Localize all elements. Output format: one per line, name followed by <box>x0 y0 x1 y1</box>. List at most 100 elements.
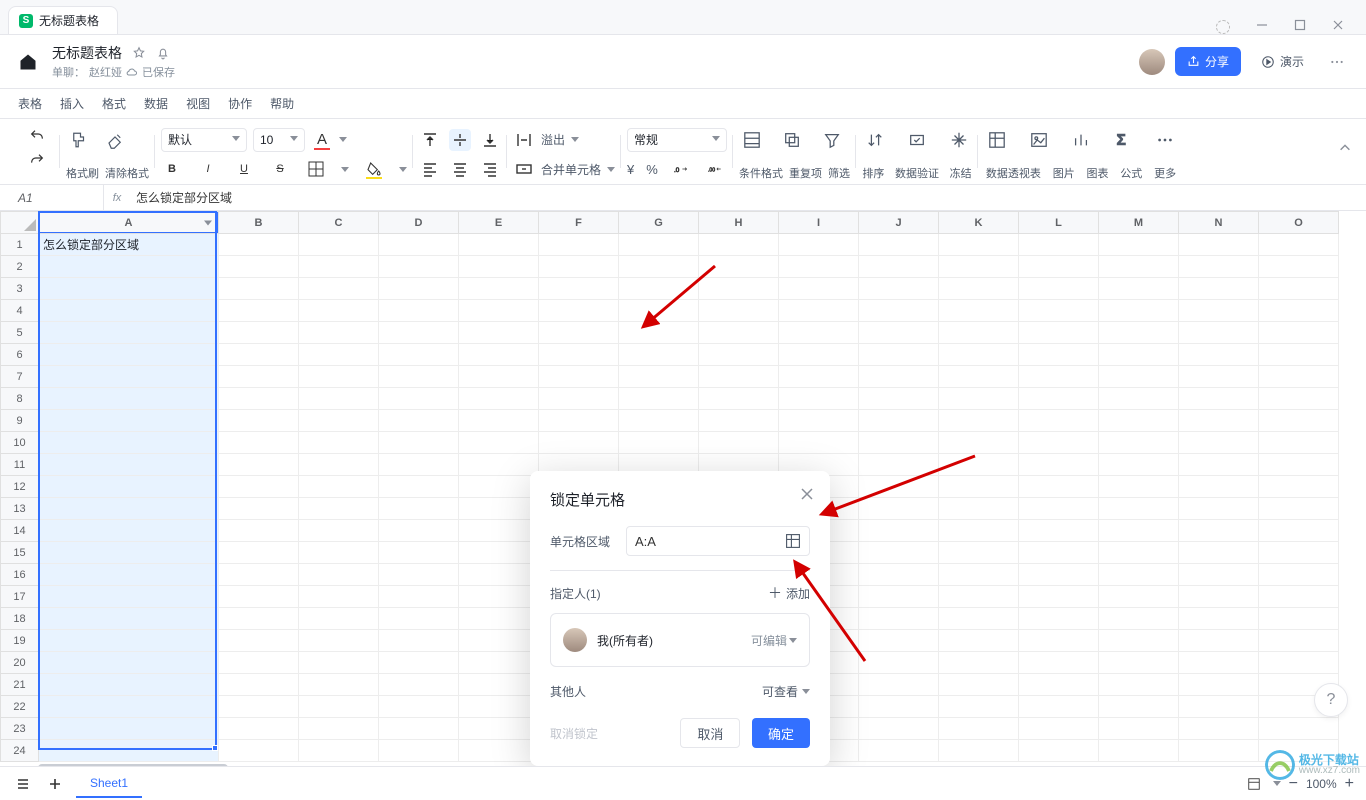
formula-input[interactable]: 怎么锁定部分区域 <box>130 185 1366 210</box>
cell[interactable] <box>1259 454 1339 476</box>
cell[interactable] <box>459 608 539 630</box>
cell[interactable] <box>539 410 619 432</box>
chevron-down-icon[interactable] <box>1273 781 1281 786</box>
cell[interactable] <box>1259 300 1339 322</box>
cell[interactable] <box>539 322 619 344</box>
cell[interactable] <box>619 366 699 388</box>
cell[interactable] <box>299 696 379 718</box>
cell[interactable] <box>219 520 299 542</box>
cell[interactable] <box>39 366 219 388</box>
halign-center-icon[interactable] <box>449 158 471 180</box>
row-header[interactable]: 24 <box>1 740 39 762</box>
view-mode-icon[interactable] <box>1243 773 1265 795</box>
bold-button[interactable]: B <box>161 158 183 180</box>
cell[interactable] <box>299 674 379 696</box>
cell[interactable] <box>859 366 939 388</box>
cell[interactable] <box>699 432 779 454</box>
cell[interactable] <box>859 454 939 476</box>
cell[interactable] <box>939 740 1019 762</box>
cell[interactable] <box>459 652 539 674</box>
cell[interactable] <box>939 366 1019 388</box>
column-header[interactable]: M <box>1099 212 1179 234</box>
bell-icon[interactable] <box>156 46 170 60</box>
cell[interactable] <box>379 432 459 454</box>
cell[interactable] <box>939 542 1019 564</box>
merge-icon[interactable] <box>513 158 535 180</box>
cell[interactable] <box>1019 234 1099 256</box>
cell[interactable] <box>699 322 779 344</box>
cell[interactable] <box>1099 608 1179 630</box>
cell[interactable] <box>1099 476 1179 498</box>
column-header[interactable]: J <box>859 212 939 234</box>
cell[interactable] <box>1019 388 1099 410</box>
cell[interactable] <box>459 630 539 652</box>
dialog-close-button[interactable] <box>798 485 816 503</box>
cell[interactable] <box>379 652 459 674</box>
cell[interactable] <box>39 322 219 344</box>
cell[interactable] <box>39 696 219 718</box>
cell[interactable] <box>539 366 619 388</box>
cell[interactable] <box>459 278 539 300</box>
cell[interactable] <box>219 740 299 762</box>
cell[interactable] <box>1099 652 1179 674</box>
cell[interactable] <box>459 300 539 322</box>
cell[interactable] <box>939 344 1019 366</box>
cell[interactable] <box>459 234 539 256</box>
cell[interactable] <box>459 344 539 366</box>
cell[interactable] <box>219 366 299 388</box>
cell[interactable] <box>219 696 299 718</box>
cell[interactable] <box>299 454 379 476</box>
cell[interactable] <box>379 256 459 278</box>
cell[interactable] <box>459 674 539 696</box>
cell[interactable] <box>1179 454 1259 476</box>
cell[interactable] <box>1019 674 1099 696</box>
range-picker-icon[interactable] <box>785 533 801 549</box>
cell[interactable] <box>1019 696 1099 718</box>
cell[interactable] <box>1179 542 1259 564</box>
cell[interactable] <box>459 740 539 762</box>
cell[interactable] <box>939 454 1019 476</box>
chart-icon[interactable] <box>1072 131 1090 149</box>
cell[interactable] <box>1019 652 1099 674</box>
cell[interactable] <box>859 696 939 718</box>
cell[interactable] <box>1019 344 1099 366</box>
pivot-icon[interactable] <box>988 131 1006 149</box>
cell[interactable] <box>39 454 219 476</box>
cell[interactable] <box>1179 344 1259 366</box>
cell[interactable] <box>1259 344 1339 366</box>
cell[interactable] <box>859 498 939 520</box>
cell[interactable] <box>379 498 459 520</box>
avatar[interactable] <box>1139 49 1165 75</box>
cell[interactable] <box>1099 256 1179 278</box>
cell[interactable] <box>1019 520 1099 542</box>
cell[interactable] <box>859 278 939 300</box>
cell[interactable] <box>219 300 299 322</box>
cancel-button[interactable]: 取消 <box>680 718 740 748</box>
cell[interactable] <box>859 564 939 586</box>
cell[interactable] <box>1099 564 1179 586</box>
chevron-down-icon[interactable] <box>399 167 407 172</box>
cell[interactable] <box>1019 564 1099 586</box>
text-color-button[interactable]: A <box>311 129 333 151</box>
feedback-icon[interactable] <box>1216 20 1230 34</box>
more-button[interactable] <box>1324 49 1350 75</box>
cell[interactable] <box>219 652 299 674</box>
cell[interactable] <box>299 652 379 674</box>
cell[interactable] <box>859 542 939 564</box>
column-header[interactable]: G <box>619 212 699 234</box>
cell[interactable] <box>39 586 219 608</box>
cell[interactable] <box>39 278 219 300</box>
cell[interactable] <box>1099 366 1179 388</box>
cell[interactable] <box>939 300 1019 322</box>
menu-help[interactable]: 帮助 <box>270 95 294 112</box>
menu-view[interactable]: 视图 <box>186 95 210 112</box>
row-header[interactable]: 12 <box>1 476 39 498</box>
cell[interactable] <box>39 542 219 564</box>
cell[interactable] <box>219 410 299 432</box>
cell[interactable] <box>1179 322 1259 344</box>
row-header[interactable]: 13 <box>1 498 39 520</box>
cell[interactable] <box>1099 410 1179 432</box>
row-header[interactable]: 16 <box>1 564 39 586</box>
sort-icon[interactable] <box>866 131 884 149</box>
cell[interactable] <box>379 344 459 366</box>
